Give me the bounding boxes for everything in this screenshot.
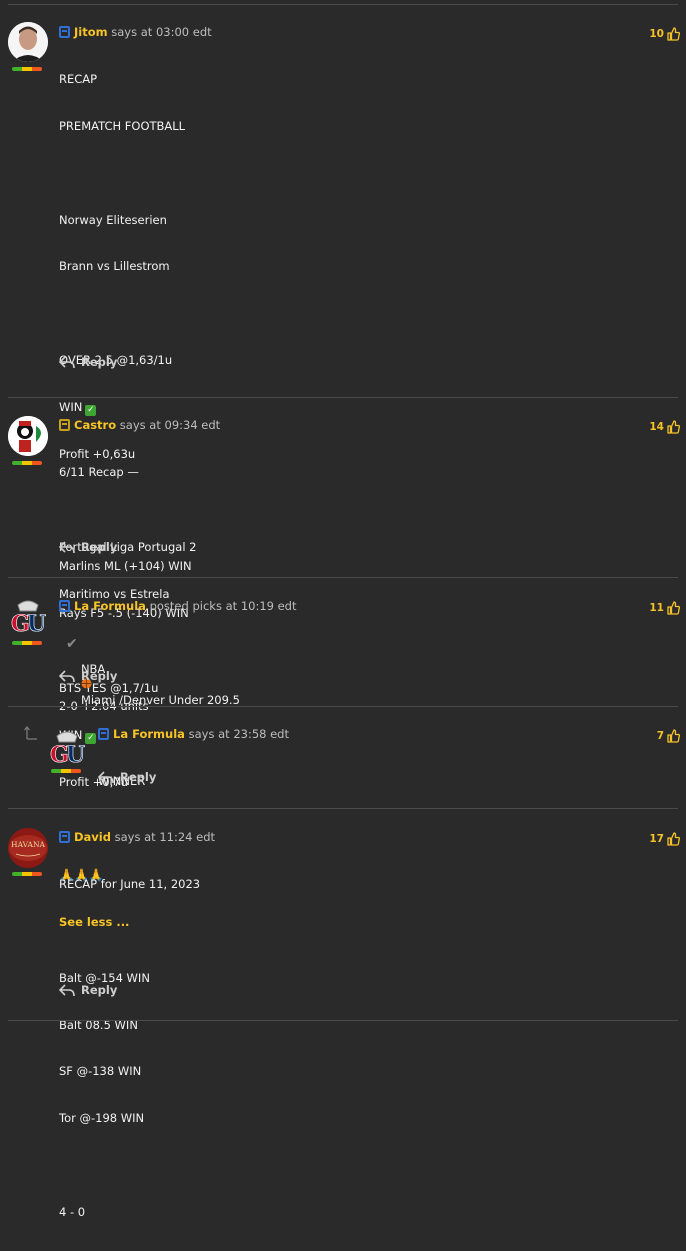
timestamp: 23:58 edt	[233, 727, 289, 741]
body-line: RECAP for June 11, 2023	[59, 877, 201, 892]
comment-header: La Formula says at 23:58 edt	[98, 727, 289, 741]
author-name[interactable]: La Formula	[113, 727, 185, 741]
svg-text:U: U	[27, 611, 46, 637]
thread-arrow-icon	[24, 726, 37, 740]
reply-button[interactable]: Reply	[59, 983, 117, 997]
body-line: Brann vs Lillestrom	[59, 259, 170, 274]
thumbs-up-icon	[667, 27, 680, 41]
body-line: Tor @-198 WIN	[59, 1111, 145, 1126]
thumbs-up-icon	[667, 601, 680, 615]
body-line: WIN	[59, 399, 83, 414]
cartoon-mascot-icon	[8, 416, 48, 456]
like-count: 11	[649, 602, 664, 614]
check-icon: ✓	[85, 404, 97, 416]
action-text: says at	[119, 418, 161, 432]
badge-icon	[59, 419, 70, 431]
reply-button[interactable]: Reply	[59, 355, 117, 369]
pick-text: Miami /Denver Under 209.5	[80, 692, 240, 707]
comment-header: La Formula posted picks at 10:19 edt	[59, 599, 297, 613]
like-count: 7	[656, 730, 664, 742]
author-name[interactable]: La Formula	[74, 599, 146, 613]
avatar[interactable]	[8, 416, 48, 456]
gonzaga-logo-icon: G U	[11, 600, 46, 637]
timestamp: 10:19 edt	[240, 599, 297, 613]
reply-label: Reply	[120, 770, 157, 784]
thumbs-up-icon	[667, 729, 680, 743]
comment-header: David says at 11:24 edt	[59, 830, 215, 844]
like-count: 14	[649, 421, 664, 433]
user-photo-icon	[8, 22, 48, 62]
divider	[8, 706, 678, 707]
body-line: 4 - 0	[59, 1204, 86, 1219]
badge-icon	[59, 831, 70, 843]
reply-label: Reply	[81, 355, 118, 369]
reply-label: Reply	[81, 540, 118, 554]
timestamp: 03:00 edt	[155, 25, 212, 39]
like-button[interactable]: 11	[649, 601, 680, 615]
reply-button[interactable]: Reply	[59, 669, 117, 683]
divider	[8, 397, 678, 398]
like-button[interactable]: 7	[657, 729, 680, 743]
body-line: SF @-138 WIN	[59, 1064, 142, 1079]
thumbs-up-icon	[667, 420, 680, 434]
reply-arrow-icon	[59, 984, 75, 997]
avatar[interactable]	[8, 22, 48, 62]
reply-button[interactable]: Reply	[59, 540, 117, 554]
like-count: 10	[649, 28, 664, 40]
action-text: posted picks at	[149, 599, 238, 613]
reply-label: Reply	[81, 983, 118, 997]
avatar-logo-text: HAVANA	[11, 840, 45, 849]
action-text: says at	[111, 25, 153, 39]
author-name[interactable]: Castro	[74, 418, 116, 432]
timestamp: 09:34 edt	[164, 418, 221, 432]
comment-header: Jitom says at 03:00 edt	[59, 25, 212, 39]
like-count: 17	[649, 833, 664, 845]
like-button[interactable]: 17	[649, 832, 680, 846]
reply-arrow-icon	[59, 670, 75, 683]
reply-button[interactable]: Reply	[98, 770, 156, 784]
body-line: RECAP	[59, 72, 98, 87]
reply-arrow-icon	[59, 541, 75, 554]
like-button[interactable]: 14	[649, 420, 680, 434]
avatar[interactable]: G U	[8, 597, 48, 637]
rating-bar	[51, 769, 81, 773]
like-button[interactable]: 10	[649, 27, 680, 41]
havana-logo-icon: HAVANA	[8, 828, 48, 868]
body-line: PREMATCH FOOTBALL	[59, 118, 186, 133]
rating-bar	[12, 67, 42, 71]
timestamp: 11:24 edt	[159, 830, 216, 844]
divider	[8, 1020, 678, 1021]
rating-bar	[12, 461, 42, 465]
svg-text:U: U	[66, 742, 85, 768]
body-line: 6/11 Recap —	[59, 465, 139, 480]
reply-label: Reply	[81, 669, 118, 683]
rating-bar	[12, 872, 42, 876]
divider	[8, 577, 678, 578]
reply-arrow-icon	[98, 771, 114, 784]
author-name[interactable]: Jitom	[74, 25, 108, 39]
gonzaga-logo-icon: G U	[50, 731, 85, 768]
top-divider	[8, 4, 678, 5]
reply-arrow-icon	[59, 356, 75, 369]
action-text: says at	[114, 830, 156, 844]
author-name[interactable]: David	[74, 830, 111, 844]
comment-header: Castro says at 09:34 edt	[59, 418, 220, 432]
divider	[8, 808, 678, 809]
check-mark-icon: ✔	[66, 636, 78, 652]
body-line: Marlins ML (+104) WIN	[59, 558, 192, 573]
badge-icon	[59, 600, 70, 612]
badge-icon	[59, 26, 70, 38]
comment-body: RECAP for June 11, 2023 Balt @-154 WIN B…	[59, 846, 200, 1251]
avatar[interactable]: G U	[47, 728, 87, 768]
body-line: Norway Eliteserien	[59, 212, 167, 227]
avatar[interactable]: HAVANA	[8, 828, 48, 868]
thumbs-up-icon	[667, 832, 680, 846]
rating-bar	[12, 641, 42, 645]
action-text: says at	[188, 727, 230, 741]
badge-icon	[98, 728, 109, 740]
